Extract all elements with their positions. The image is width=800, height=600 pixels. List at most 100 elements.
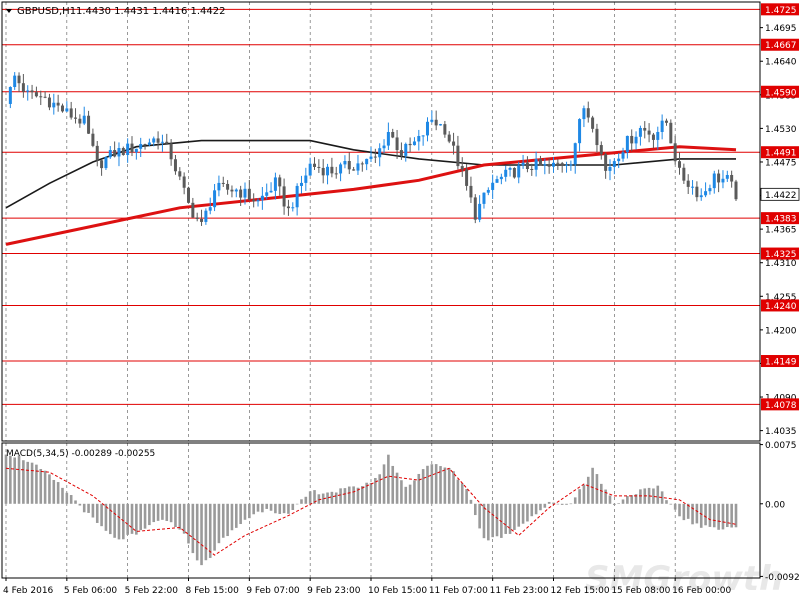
candle-body bbox=[465, 169, 469, 186]
candle-body bbox=[482, 192, 486, 204]
candle-body bbox=[382, 145, 386, 149]
macd-bar bbox=[369, 482, 373, 504]
candle-body bbox=[91, 133, 95, 146]
candle-body bbox=[704, 191, 708, 196]
macd-bar bbox=[530, 503, 534, 517]
candle-body bbox=[8, 87, 12, 104]
macd-bar bbox=[26, 461, 30, 504]
macd-bar bbox=[665, 500, 668, 504]
macd-bar bbox=[513, 503, 516, 530]
macd-bar bbox=[699, 503, 703, 528]
macd-bar bbox=[39, 469, 43, 504]
candle-body bbox=[113, 150, 117, 157]
time-tick-label: 9 Feb 23:00 bbox=[307, 586, 361, 596]
macd-bar bbox=[178, 503, 182, 530]
macd-bar bbox=[274, 503, 277, 514]
macd-bar bbox=[326, 492, 329, 504]
macd-bar bbox=[673, 503, 677, 510]
candle-body bbox=[330, 166, 334, 174]
candle-body bbox=[30, 90, 34, 93]
time-tick-label: 15 Feb 08:00 bbox=[611, 586, 670, 596]
candle-body bbox=[213, 190, 217, 208]
macd-bar bbox=[317, 494, 321, 504]
macd-bar bbox=[187, 503, 190, 544]
candle-body bbox=[108, 150, 112, 158]
time-tick-label: 4 Feb 2016 bbox=[3, 586, 54, 596]
macd-bar bbox=[565, 503, 568, 505]
candle-body bbox=[408, 143, 412, 146]
macd-bar bbox=[347, 486, 351, 504]
macd-bar bbox=[265, 503, 269, 509]
macd-bar bbox=[95, 503, 99, 523]
candle-body bbox=[734, 181, 738, 200]
macd-bar bbox=[704, 503, 707, 526]
level-price-label: 1.4590 bbox=[765, 88, 797, 98]
macd-bar bbox=[478, 503, 481, 529]
candle-body bbox=[234, 189, 238, 192]
macd-bar bbox=[287, 503, 290, 514]
candle-body bbox=[447, 134, 451, 142]
macd-bar bbox=[195, 503, 199, 561]
candle-body bbox=[647, 130, 651, 135]
candle-body bbox=[421, 135, 425, 137]
candle-body bbox=[682, 167, 686, 181]
macd-bar bbox=[148, 503, 151, 526]
candle-body bbox=[343, 161, 347, 165]
candle-body bbox=[100, 160, 104, 169]
candle-body bbox=[495, 179, 499, 183]
candle-body bbox=[538, 159, 542, 166]
candle-body bbox=[599, 145, 603, 155]
macd-bar bbox=[417, 473, 421, 504]
candle-body bbox=[17, 75, 21, 84]
candle-body bbox=[395, 137, 399, 151]
candle-body bbox=[143, 144, 147, 146]
candle-body bbox=[173, 159, 177, 172]
candle-body bbox=[712, 173, 716, 189]
candle-body bbox=[308, 163, 312, 176]
candle-body bbox=[139, 144, 143, 149]
candle-body bbox=[195, 217, 199, 219]
macd-bar bbox=[143, 503, 147, 529]
macd-bar bbox=[726, 503, 729, 528]
candle-body bbox=[630, 135, 634, 144]
macd-bar bbox=[456, 479, 460, 504]
candle-body bbox=[104, 157, 108, 169]
candle-body bbox=[160, 141, 164, 143]
time-tick-label: 10 Feb 15:00 bbox=[368, 586, 427, 596]
candle-body bbox=[604, 154, 608, 171]
macd-bar bbox=[534, 503, 538, 515]
macd-bar bbox=[182, 503, 186, 534]
macd-bar bbox=[695, 503, 699, 524]
macd-bar bbox=[382, 464, 386, 504]
candle-body bbox=[74, 117, 78, 119]
macd-bar bbox=[361, 486, 364, 504]
candle-body bbox=[595, 128, 599, 146]
symbol-label: GBPUSD,H1 bbox=[17, 6, 76, 17]
candle-body bbox=[573, 143, 577, 165]
candle-body bbox=[473, 197, 477, 220]
candle-body bbox=[391, 131, 395, 138]
candle-body bbox=[543, 164, 547, 166]
candle-body bbox=[317, 166, 321, 168]
macd-bar bbox=[261, 503, 264, 513]
candle-body bbox=[147, 142, 151, 145]
macd-bar bbox=[591, 467, 594, 504]
macd-bar bbox=[69, 495, 73, 504]
candle-body bbox=[673, 143, 677, 162]
macd-bar bbox=[230, 503, 234, 531]
macd-bar bbox=[599, 483, 603, 504]
candle-body bbox=[326, 166, 330, 176]
candle-body bbox=[243, 188, 247, 198]
candle-body bbox=[452, 141, 456, 146]
macd-bar bbox=[560, 503, 564, 505]
macd-bar bbox=[174, 503, 177, 528]
macd-bar bbox=[526, 503, 529, 522]
macd-bar bbox=[460, 483, 464, 504]
macd-bar bbox=[656, 485, 660, 504]
candle-body bbox=[730, 174, 734, 182]
trading-chart[interactable]: SMGrowth MACD(5,34,5) -0.00289 -0.00255 … bbox=[0, 0, 800, 600]
time-tick-label: 11 Feb 07:00 bbox=[429, 586, 488, 596]
price-tick-label: 1.4035 bbox=[765, 427, 797, 437]
macd-bar bbox=[426, 465, 429, 504]
candle-body bbox=[339, 164, 343, 174]
